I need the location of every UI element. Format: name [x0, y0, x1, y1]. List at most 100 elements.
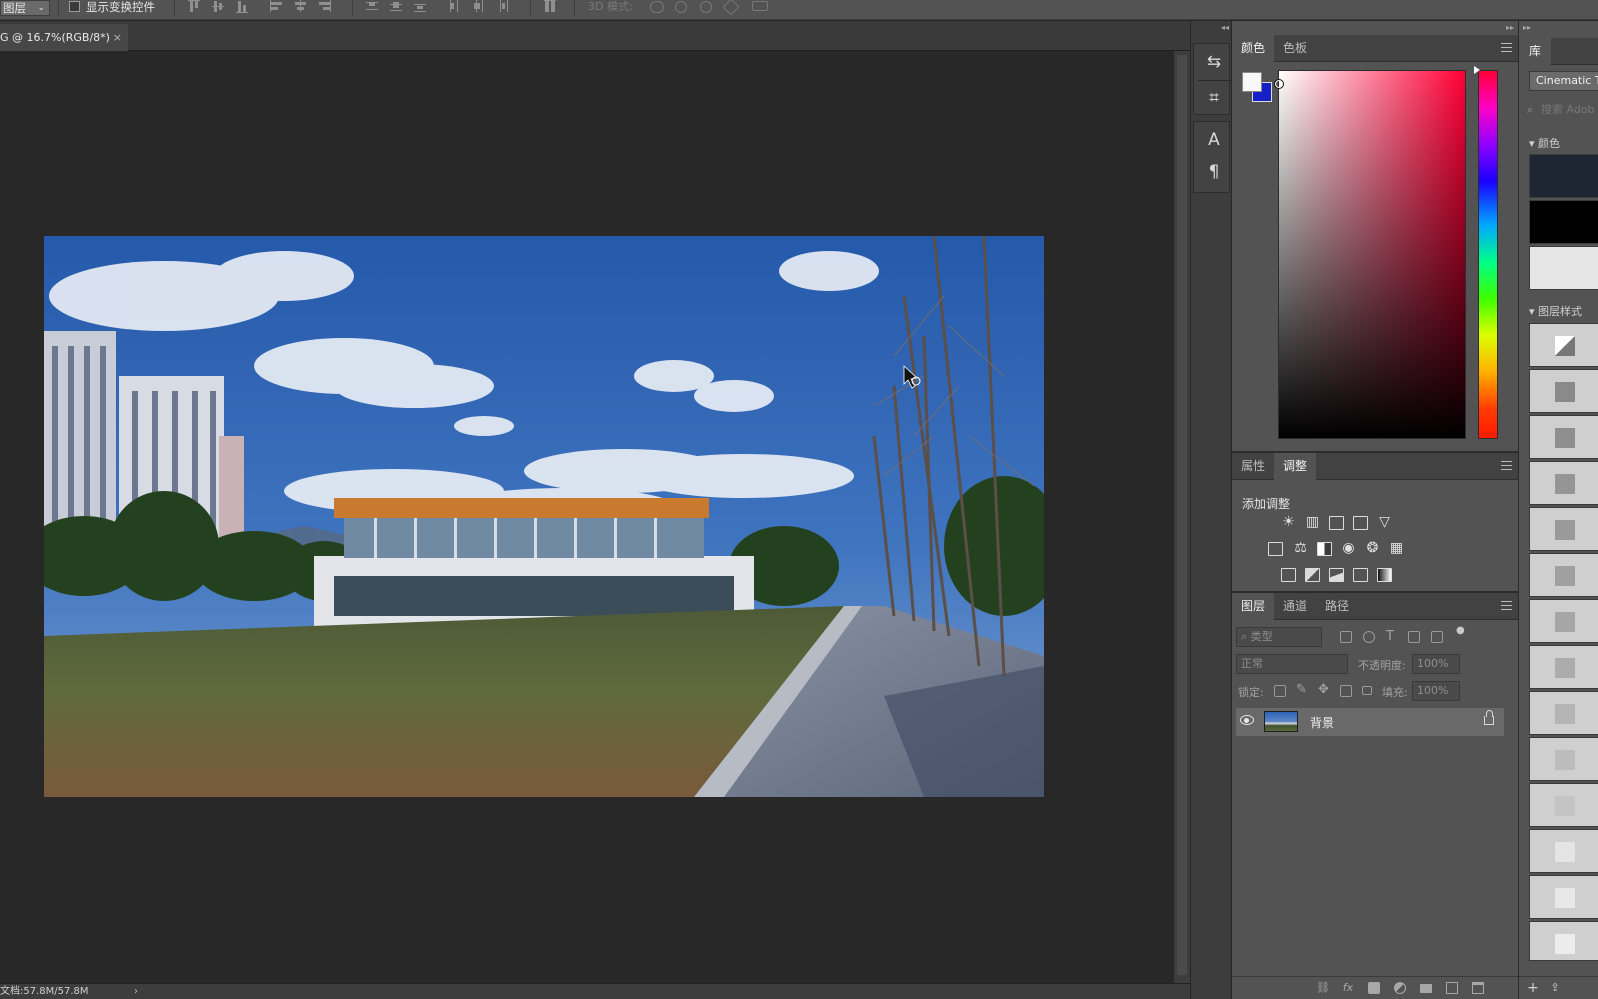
- black-white-icon[interactable]: [1317, 542, 1332, 556]
- new-group-icon[interactable]: [1420, 984, 1432, 993]
- vibrance-icon[interactable]: ▽: [1376, 514, 1393, 530]
- tab-layers[interactable]: 图层: [1232, 593, 1275, 620]
- distribute-vertical-centers-icon[interactable]: [390, 0, 404, 14]
- library-section-layer-styles[interactable]: ▾ 图层样式: [1529, 303, 1582, 319]
- distribute-horizontal-centers-icon[interactable]: [472, 0, 486, 14]
- library-layer-style[interactable]: [1529, 599, 1598, 643]
- add-content-icon[interactable]: +: [1527, 981, 1539, 995]
- library-layer-style[interactable]: [1529, 461, 1598, 505]
- gradient-map-icon[interactable]: [1377, 568, 1392, 582]
- collapse-icon[interactable]: ◂◂: [1221, 23, 1229, 32]
- tab-swatches[interactable]: 色板: [1274, 35, 1316, 62]
- pixel-layer-filter-icon[interactable]: [1340, 631, 1352, 643]
- align-left-edges-icon[interactable]: [270, 0, 284, 14]
- selective-color-icon[interactable]: [1353, 568, 1368, 582]
- vertical-scrollbar[interactable]: [1174, 51, 1190, 983]
- lock-icon[interactable]: [1484, 710, 1494, 725]
- distribute-bottom-icon[interactable]: [414, 0, 428, 14]
- hue-slider-marker[interactable]: [1474, 66, 1480, 74]
- photo-filter-icon[interactable]: ◉: [1340, 540, 1357, 556]
- curves-icon[interactable]: [1329, 516, 1344, 530]
- delete-layer-icon[interactable]: [1472, 982, 1484, 994]
- threshold-icon[interactable]: [1329, 568, 1344, 582]
- distribute-right-icon[interactable]: [496, 0, 510, 14]
- collapse-icon[interactable]: ▸▸: [1523, 23, 1531, 32]
- link-layers-icon[interactable]: ⛓: [1316, 982, 1330, 994]
- type-layer-filter-icon[interactable]: T: [1386, 629, 1394, 644]
- lock-all-icon[interactable]: [1362, 686, 1372, 695]
- filter-toggle-icon[interactable]: ●: [1456, 625, 1465, 636]
- history-icon[interactable]: ⇆: [1202, 50, 1226, 74]
- color-picker-ring[interactable]: [1274, 79, 1284, 89]
- auto-select-target-dropdown[interactable]: 图层 ⌄: [0, 0, 50, 16]
- library-color-swatch[interactable]: [1529, 200, 1598, 244]
- opacity-input[interactable]: 100%: [1412, 654, 1460, 674]
- add-mask-icon[interactable]: [1368, 982, 1380, 994]
- library-layer-style[interactable]: [1529, 921, 1598, 961]
- lock-image-pixels-icon[interactable]: ✎: [1296, 682, 1307, 697]
- adjustment-layer-filter-icon[interactable]: [1363, 631, 1375, 643]
- align-horizontal-centers-icon[interactable]: [294, 0, 308, 14]
- color-balance-icon[interactable]: ⚖: [1292, 540, 1309, 556]
- 3d-scale-icon[interactable]: [752, 1, 768, 11]
- align-bottom-edges-icon[interactable]: [236, 0, 250, 14]
- library-layer-style[interactable]: [1529, 507, 1598, 551]
- close-icon[interactable]: ×: [113, 24, 122, 51]
- library-color-swatch[interactable]: [1529, 246, 1598, 290]
- library-color-swatch[interactable]: [1529, 154, 1598, 198]
- layer-row[interactable]: 背景: [1236, 708, 1504, 736]
- lock-position-icon[interactable]: ✥: [1318, 682, 1329, 697]
- 3d-roll-icon[interactable]: [675, 1, 687, 13]
- 3d-rotate-icon[interactable]: [650, 1, 664, 13]
- auto-align-layers-icon[interactable]: [544, 0, 558, 14]
- library-section-colors[interactable]: ▾ 颜色: [1529, 135, 1560, 151]
- panel-menu-icon[interactable]: [1501, 461, 1512, 470]
- lock-transparent-pixels-icon[interactable]: [1274, 685, 1286, 697]
- library-layer-style[interactable]: [1529, 691, 1598, 735]
- panel-menu-icon[interactable]: [1501, 601, 1512, 610]
- channel-mixer-icon[interactable]: ❂: [1364, 540, 1381, 556]
- tab-color[interactable]: 颜色: [1232, 35, 1275, 62]
- layer-filter-dropdown[interactable]: ⌕ 类型: [1236, 627, 1322, 647]
- properties-icon[interactable]: ⌗: [1202, 86, 1226, 110]
- fill-input[interactable]: 100%: [1412, 681, 1460, 701]
- align-right-edges-icon[interactable]: [318, 0, 332, 14]
- library-layer-style[interactable]: [1529, 323, 1598, 367]
- 3d-slide-icon[interactable]: [722, 0, 740, 16]
- levels-icon[interactable]: ▥: [1304, 514, 1321, 530]
- upload-icon[interactable]: ⇪: [1549, 982, 1561, 994]
- collapse-icon[interactable]: ▸▸: [1506, 23, 1514, 32]
- layer-name[interactable]: 背景: [1310, 714, 1334, 731]
- scrollbar-thumb[interactable]: [1177, 55, 1187, 975]
- library-layer-style[interactable]: [1529, 553, 1598, 597]
- library-dropdown[interactable]: Cinematic Ti: [1529, 71, 1598, 91]
- library-layer-style[interactable]: [1529, 829, 1598, 873]
- library-layer-style[interactable]: [1529, 875, 1598, 919]
- distribute-top-icon[interactable]: [366, 0, 380, 14]
- status-menu-arrow[interactable]: ›: [134, 984, 138, 999]
- library-layer-style[interactable]: [1529, 415, 1598, 459]
- library-search-input[interactable]: 搜索 Adob: [1541, 101, 1598, 117]
- foreground-color-swatch[interactable]: [1242, 72, 1262, 92]
- paragraph-icon[interactable]: ¶: [1202, 160, 1226, 184]
- distribute-left-icon[interactable]: [448, 0, 462, 14]
- invert-icon[interactable]: [1281, 568, 1296, 582]
- lock-artboard-icon[interactable]: [1340, 685, 1352, 697]
- fx-icon[interactable]: fx: [1342, 982, 1354, 994]
- library-layer-style[interactable]: [1529, 783, 1598, 827]
- blend-mode-dropdown[interactable]: 正常: [1236, 654, 1348, 674]
- eye-icon[interactable]: [1240, 715, 1254, 725]
- new-layer-icon[interactable]: [1446, 982, 1458, 994]
- library-layer-style[interactable]: [1529, 737, 1598, 781]
- document-image[interactable]: [44, 236, 1044, 797]
- color-lookup-icon[interactable]: ▦: [1388, 540, 1405, 556]
- 3d-pan-icon[interactable]: [700, 1, 712, 13]
- foreground-background-swatches[interactable]: [1242, 72, 1276, 106]
- tab-libraries[interactable]: 库: [1519, 38, 1552, 65]
- library-layer-style[interactable]: [1529, 645, 1598, 689]
- saturation-brightness-field[interactable]: [1274, 70, 1466, 439]
- align-vertical-centers-icon[interactable]: [212, 0, 226, 14]
- brightness-contrast-icon[interactable]: ☀: [1280, 514, 1297, 530]
- smart-object-filter-icon[interactable]: [1431, 631, 1443, 643]
- tab-properties[interactable]: 属性: [1232, 453, 1274, 480]
